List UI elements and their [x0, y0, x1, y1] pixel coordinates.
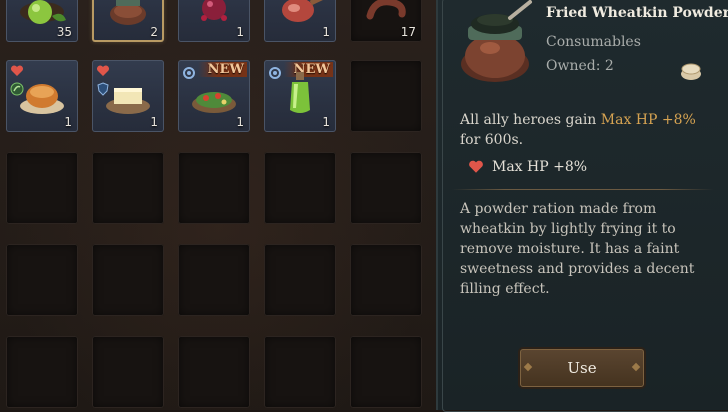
green-fruit-icon: [20, 0, 66, 24]
effect-prefix: All ally heroes gain: [460, 112, 601, 128]
heart-icon: [469, 160, 483, 173]
inventory-slot-empty[interactable]: [350, 152, 422, 224]
item-quantity: 1: [236, 25, 244, 39]
inventory-slot-empty[interactable]: [350, 336, 422, 408]
item-quantity: 2: [150, 25, 158, 39]
item-quantity: 1: [322, 115, 330, 129]
item-category: Consumables: [546, 34, 641, 50]
inventory-slot-empty[interactable]: [264, 152, 336, 224]
berry-flask-icon: [201, 0, 227, 21]
inventory-slot-fried-wheatkin-powder[interactable]: 2: [92, 0, 164, 42]
stat-text: Max HP +8%: [492, 159, 588, 175]
potion-icon: [290, 72, 310, 113]
inventory-slot-pie[interactable]: 1: [6, 60, 78, 132]
inventory-slot-meat-roast[interactable]: 1: [264, 0, 336, 42]
salad-icon: [192, 92, 236, 113]
inventory-slot-empty[interactable]: [6, 336, 78, 408]
item-quantity: 1: [64, 115, 72, 129]
item-quantity: 1: [322, 25, 330, 39]
inventory-slot-empty[interactable]: [350, 244, 422, 316]
inventory-slot-green-fruit[interactable]: 35: [6, 0, 78, 42]
inventory-slot-empty[interactable]: [178, 244, 250, 316]
inventory-slot-empty[interactable]: [350, 60, 422, 132]
use-button[interactable]: Use: [520, 349, 644, 387]
inventory-slot-green-potion[interactable]: NEW 1: [264, 60, 336, 132]
inventory-slot-salad[interactable]: NEW 1: [178, 60, 250, 132]
item-owned-count: Owned: 2: [546, 58, 614, 74]
item-title: Fried Wheatkin Powder: [546, 5, 728, 21]
inventory-slot-empty[interactable]: [92, 336, 164, 408]
inventory-slot-berry-flask[interactable]: 1: [178, 0, 250, 42]
item-quantity: 1: [236, 115, 244, 129]
pie-icon: [20, 84, 64, 114]
sausage-icon: [366, 0, 406, 20]
inventory-slot-empty[interactable]: [6, 244, 78, 316]
item-quantity: 35: [56, 25, 72, 39]
divider: [452, 189, 714, 190]
cheese-icon: [106, 88, 150, 114]
inventory-slot-empty[interactable]: [92, 244, 164, 316]
inventory-slot-empty[interactable]: [6, 152, 78, 224]
inventory-slot-empty[interactable]: [178, 336, 250, 408]
item-quantity: 1: [150, 115, 158, 129]
pot-icon: [461, 0, 532, 82]
effect-highlight: Max HP +8%: [600, 112, 696, 128]
effect-suffix: for 600s.: [460, 132, 524, 148]
use-button-label: Use: [567, 359, 597, 377]
meat-icon: [282, 0, 323, 22]
inventory-slot-empty[interactable]: [264, 244, 336, 316]
stat-line: Max HP +8%: [468, 159, 587, 175]
inventory-slot-sausage[interactable]: 17: [350, 0, 422, 42]
inventory-slot-empty[interactable]: [92, 152, 164, 224]
inventory-panel: 35 2 1 1 17 1 1 NEW 1 NEW 1: [0, 0, 436, 410]
item-description: A powder ration made from wheatkin by li…: [460, 201, 695, 297]
item-detail-panel: Fried Wheatkin Powder Consumables Owned:…: [436, 0, 728, 412]
item-effect-text: All ally heroes gain Max HP +8% for 600s…: [460, 110, 710, 150]
item-quantity: 17: [400, 25, 416, 39]
inventory-slot-empty[interactable]: [178, 152, 250, 224]
cookie-icon[interactable]: [678, 58, 704, 84]
pot-icon: [110, 0, 146, 25]
inventory-slot-empty[interactable]: [264, 336, 336, 408]
inventory-slot-cheese-platter[interactable]: 1: [92, 60, 164, 132]
